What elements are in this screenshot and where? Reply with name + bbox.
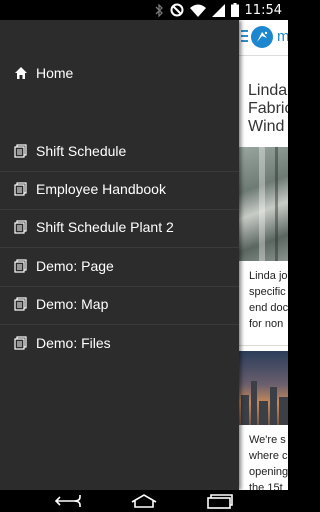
nav-item-shift-schedule-plant-2[interactable]: Shift Schedule Plant 2 [0, 208, 239, 246]
document-icon [14, 297, 28, 311]
nav-item-home[interactable]: Home [0, 54, 239, 92]
app-logo [251, 26, 273, 48]
excerpt-line: opening [249, 466, 288, 478]
document-icon [14, 259, 28, 273]
document-icon [14, 182, 28, 196]
nav-item-demo-files[interactable]: Demo: Files [0, 324, 239, 362]
app-toolbar: m [239, 20, 288, 56]
navigation-drawer: Home Shift Schedule Employee Handbook Sh… [0, 20, 239, 490]
nav-item-label: Demo: Files [36, 335, 111, 351]
status-icons: 11:54 [155, 0, 282, 20]
menu-icon[interactable] [241, 30, 248, 42]
excerpt-line: where c [249, 450, 288, 462]
wifi-icon [189, 4, 206, 17]
excerpt-line: Linda jo [249, 270, 288, 282]
excerpt-line: for non [249, 318, 284, 330]
home-icon [14, 66, 28, 80]
divider [239, 345, 288, 346]
excerpt-line: the 15t [249, 482, 283, 490]
excerpt-line: specific [249, 286, 286, 298]
document-icon [14, 144, 28, 158]
nav-item-label: Shift Schedule Plant 2 [36, 219, 174, 235]
nav-item-shift-schedule[interactable]: Shift Schedule [0, 132, 239, 170]
nav-item-label: Demo: Map [36, 296, 109, 312]
nav-item-label: Home [36, 65, 74, 81]
nav-item-label: Shift Schedule [36, 143, 127, 159]
article-title[interactable]: Linda Fabric Wind [248, 82, 288, 136]
bluetooth-icon [155, 3, 164, 17]
excerpt-line: We're s [249, 434, 286, 446]
app-title: m [277, 28, 288, 45]
battery-icon [230, 3, 239, 17]
nav-item-label: Demo: Page [36, 258, 114, 274]
cell-signal-icon [211, 3, 225, 17]
article-image[interactable] [239, 147, 288, 261]
article-excerpt: Linda jo specific end doc for non [249, 268, 288, 332]
app-content: m Linda Fabric Wind Linda jo specific en… [239, 20, 288, 490]
status-time: 11:54 [244, 2, 282, 18]
article-excerpt: We're s where c opening the 15t [249, 432, 288, 490]
status-bar: 11:54 [0, 0, 288, 20]
nav-item-label: Employee Handbook [36, 181, 166, 197]
article-image[interactable] [239, 351, 288, 425]
article-title-line: Fabric [248, 100, 288, 117]
nav-item-demo-page[interactable]: Demo: Page [0, 247, 239, 285]
system-nav-bar [0, 490, 288, 512]
document-icon [14, 220, 28, 234]
nav-item-employee-handbook[interactable]: Employee Handbook [0, 170, 239, 208]
document-icon [14, 336, 28, 350]
excerpt-line: end doc [249, 302, 288, 314]
do-not-disturb-icon [170, 3, 184, 17]
article-title-line: Linda [248, 82, 288, 99]
article-title-line: Wind [248, 118, 285, 135]
nav-item-demo-map[interactable]: Demo: Map [0, 285, 239, 323]
